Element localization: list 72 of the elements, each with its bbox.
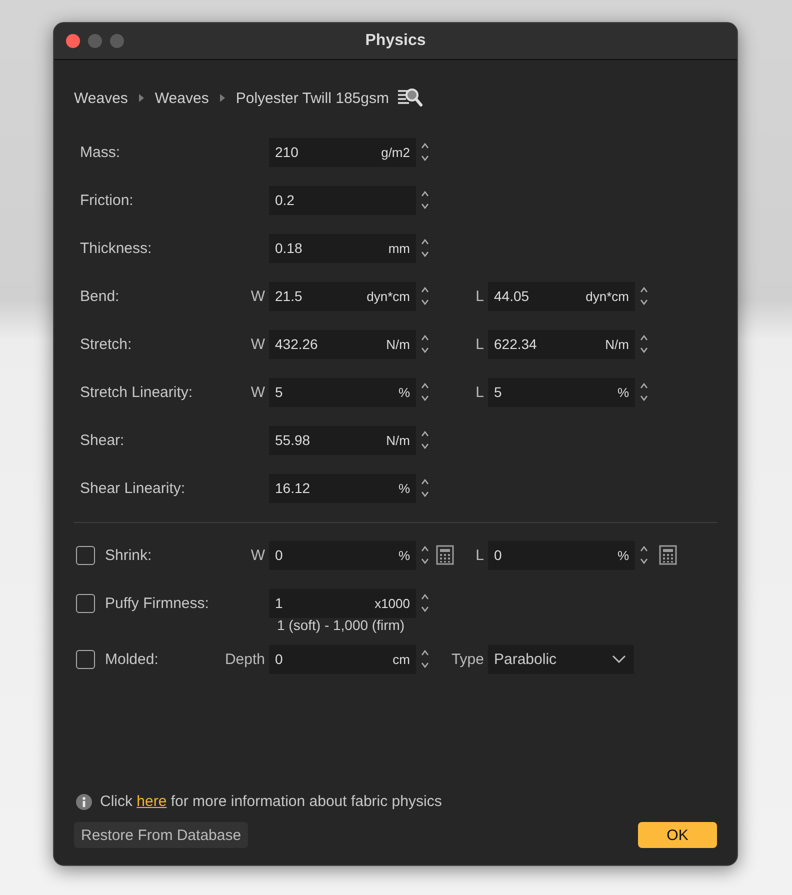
option-label: Puffy Firmness: [105, 594, 209, 612]
number-field[interactable]: 55.98 N/m [269, 426, 416, 454]
field-label: Shear: [80, 432, 124, 448]
number-field[interactable]: 0 % [488, 540, 635, 570]
stepper-icon[interactable] [639, 333, 649, 355]
number-field[interactable]: 5 % [269, 378, 416, 406]
axis-label: Type [451, 650, 484, 668]
stepper-icon[interactable] [420, 333, 430, 355]
calculator-icon[interactable] [659, 545, 677, 565]
breadcrumb-item[interactable]: Weaves [74, 90, 128, 106]
field-label: Mass: [80, 144, 120, 160]
number-field[interactable]: 5 % [488, 378, 635, 406]
number-field[interactable]: 0.18 mm [269, 234, 416, 262]
checkbox[interactable] [76, 650, 95, 668]
axis-label: L [476, 336, 484, 352]
type-dropdown[interactable]: Parabolic [488, 644, 634, 674]
axis-label: Depth [224, 650, 265, 668]
number-field[interactable]: 0.2 [269, 186, 416, 214]
breadcrumb-item[interactable]: Polyester Twill 185gsm [236, 90, 389, 106]
field-label: Friction: [80, 192, 134, 208]
field-label: Thickness: [80, 240, 152, 256]
checkbox[interactable] [76, 594, 95, 612]
stepper-icon[interactable] [420, 544, 430, 566]
field-label: Bend: [80, 288, 120, 304]
stepper-icon[interactable] [420, 429, 430, 451]
range-hint: 1 (soft) - 1,000 (firm) [277, 617, 405, 633]
breadcrumb-separator-icon [218, 93, 226, 103]
field-label: Shear Linearity: [80, 480, 186, 496]
stepper-icon[interactable] [639, 381, 649, 403]
axis-label: L [476, 546, 484, 564]
axis-label: W [250, 336, 265, 352]
number-field[interactable]: 0 cm [269, 644, 416, 674]
stepper-icon[interactable] [639, 544, 649, 566]
breadcrumb-separator-icon [138, 93, 145, 103]
field-label: Stretch: [80, 336, 132, 352]
restore-button[interactable]: Restore From Database [74, 822, 248, 848]
stepper-icon[interactable] [420, 648, 430, 670]
axis-label: L [476, 288, 484, 304]
ok-button[interactable]: OK [638, 822, 717, 848]
stepper-icon[interactable] [420, 477, 430, 499]
axis-label: W [250, 546, 265, 564]
field-label: Stretch Linearity: [80, 384, 193, 400]
window-title: Physics [365, 32, 426, 50]
number-field[interactable]: 1 x1000 [269, 588, 416, 618]
help-link[interactable]: here [136, 793, 167, 810]
option-label: Shrink: [105, 546, 152, 564]
number-field[interactable]: 210 g/m2 [269, 138, 416, 166]
chevron-down-icon [612, 655, 626, 663]
calculator-icon[interactable] [436, 545, 454, 565]
number-field[interactable]: 21.5 dyn*cm [269, 282, 416, 310]
axis-label: L [476, 384, 484, 400]
info-icon [76, 794, 92, 810]
stepper-icon[interactable] [420, 285, 430, 307]
number-field[interactable]: 0 % [269, 540, 416, 570]
stepper-icon[interactable] [420, 592, 430, 614]
info-text: Click here for more information about fabric physics [100, 793, 442, 810]
stepper-icon[interactable] [420, 141, 430, 163]
list-search-icon[interactable] [396, 87, 423, 109]
stepper-icon[interactable] [420, 237, 430, 259]
breadcrumb-item[interactable]: Weaves [154, 90, 209, 106]
stepper-icon[interactable] [639, 285, 649, 307]
number-field[interactable]: 432.26 N/m [269, 330, 416, 358]
option-label: Molded: [105, 650, 158, 668]
stepper-icon[interactable] [420, 381, 430, 403]
checkbox[interactable] [76, 546, 95, 564]
axis-label: W [250, 288, 265, 304]
axis-label: W [250, 384, 265, 400]
close-button[interactable] [66, 34, 80, 48]
number-field[interactable]: 44.05 dyn*cm [488, 282, 635, 310]
stepper-icon[interactable] [420, 189, 430, 211]
number-field[interactable]: 16.12 % [269, 474, 416, 502]
number-field[interactable]: 622.34 N/m [488, 330, 635, 358]
